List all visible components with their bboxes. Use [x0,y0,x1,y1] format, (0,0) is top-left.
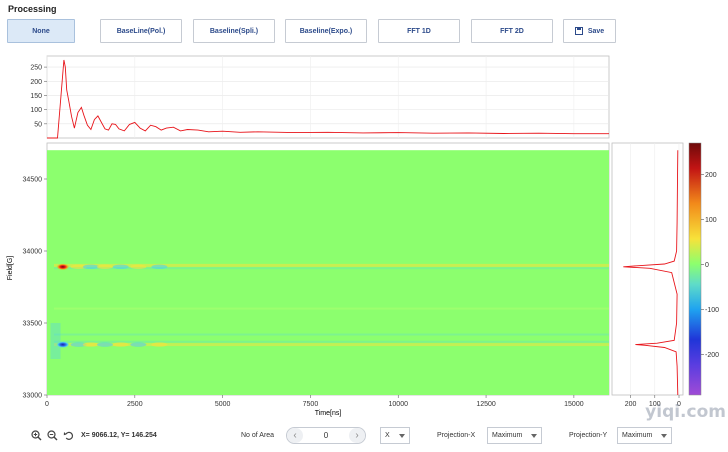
projection-x-yticks: 250 200 150 100 50 [30,65,47,128]
colorbar-tick: -200 [705,352,719,359]
heatmap-oscillation [151,264,168,270]
zoom-in-icon[interactable] [31,430,42,441]
projection-x-ytick: 250 [30,65,42,72]
heatmap-oscillation [151,342,168,347]
watermark: yiqi.com [645,402,726,422]
projection-y-frame [611,142,684,396]
heatmap-xtick: 12500 [476,401,496,408]
projection-y-value: Maximum [622,432,653,439]
cursor-coordinates: X= 9066.12, Y= 146.254 [81,432,157,439]
projection-x-ytick: 100 [30,107,42,114]
projection-x-ytick: 50 [34,121,42,128]
heatmap-ytick: 34000 [23,249,43,256]
heatmap-oscillation [82,342,99,347]
heatmap-band [54,307,609,310]
heatmap-oscillation [82,264,99,270]
area-label: No of Area [241,432,275,439]
heatmap-oscillation [112,264,129,270]
heatmap-xlabel: Time[ns] [315,410,342,417]
projection-y-select[interactable]: Maximum [617,427,672,444]
heatmap-oscillation [96,264,113,270]
heatmap-shade [50,323,61,359]
chevron-down-icon [399,433,405,438]
heatmap-coldspot [55,341,70,349]
projection-x-ytick: 150 [30,93,42,100]
projection-x-label: Projection-X [437,432,476,439]
axis-select[interactable]: X [380,427,410,444]
projection-y-label: Projection-Y [569,432,608,439]
heatmap-xtick: 7500 [303,401,319,408]
projection-x-ytick: 200 [30,79,42,86]
status-bar: X= 9066.12, Y= 146.254 No of Area ‹ 0 › … [0,402,728,448]
heatmap-band [54,333,609,336]
colorbar-tick: 0 [705,262,709,269]
heatmap-oscillation [96,342,113,347]
colorbar-tick: 200 [705,172,717,179]
zoom-out-icon[interactable] [47,430,58,441]
colorbar [688,142,702,396]
axis-select-value: X [385,432,390,439]
heatmap-hotspot [55,263,70,271]
increment-button[interactable]: › [349,428,365,443]
chevron-down-icon [661,433,667,438]
heatmap-oscillation [130,342,147,347]
colorbar-ticks: 200 100 0 -100 -200 [701,172,719,359]
heatmap-xtick: 2500 [127,401,143,408]
heatmap [47,150,609,395]
decrement-button[interactable]: ‹ [287,428,303,443]
area-stepper[interactable]: ‹ 0 › [286,427,366,444]
heatmap-xtick: 15000 [564,401,584,408]
projection-x-frame [46,55,610,139]
heatmap-xtick: 10000 [389,401,409,408]
heatmap-ytick: 34500 [23,177,43,184]
colorbar-tick: -100 [705,307,719,314]
projection-y-xtick: 200 [625,401,637,408]
heatmap-ytick: 33500 [23,321,43,328]
projection-x-select[interactable]: Maximum [487,427,542,444]
reset-icon[interactable] [63,430,74,441]
heatmap-xtick: 5000 [215,401,231,408]
plot-area: 250 200 150 100 50 0 2500 5000 7500 10000 12500 15… [7,55,719,417]
colorbar-tick: 100 [705,217,717,224]
heatmap-ytick: 33000 [23,393,43,400]
chevron-down-icon [531,433,537,438]
heatmap-xtick: 0 [45,401,49,408]
heatmap-ylabel: Field[G] [7,256,14,281]
heatmap-background [47,150,609,395]
projection-x-value: Maximum [492,432,523,439]
heatmap-oscillation [130,264,147,270]
area-value[interactable]: 0 [303,431,349,440]
heatmap-oscillation [112,342,129,347]
